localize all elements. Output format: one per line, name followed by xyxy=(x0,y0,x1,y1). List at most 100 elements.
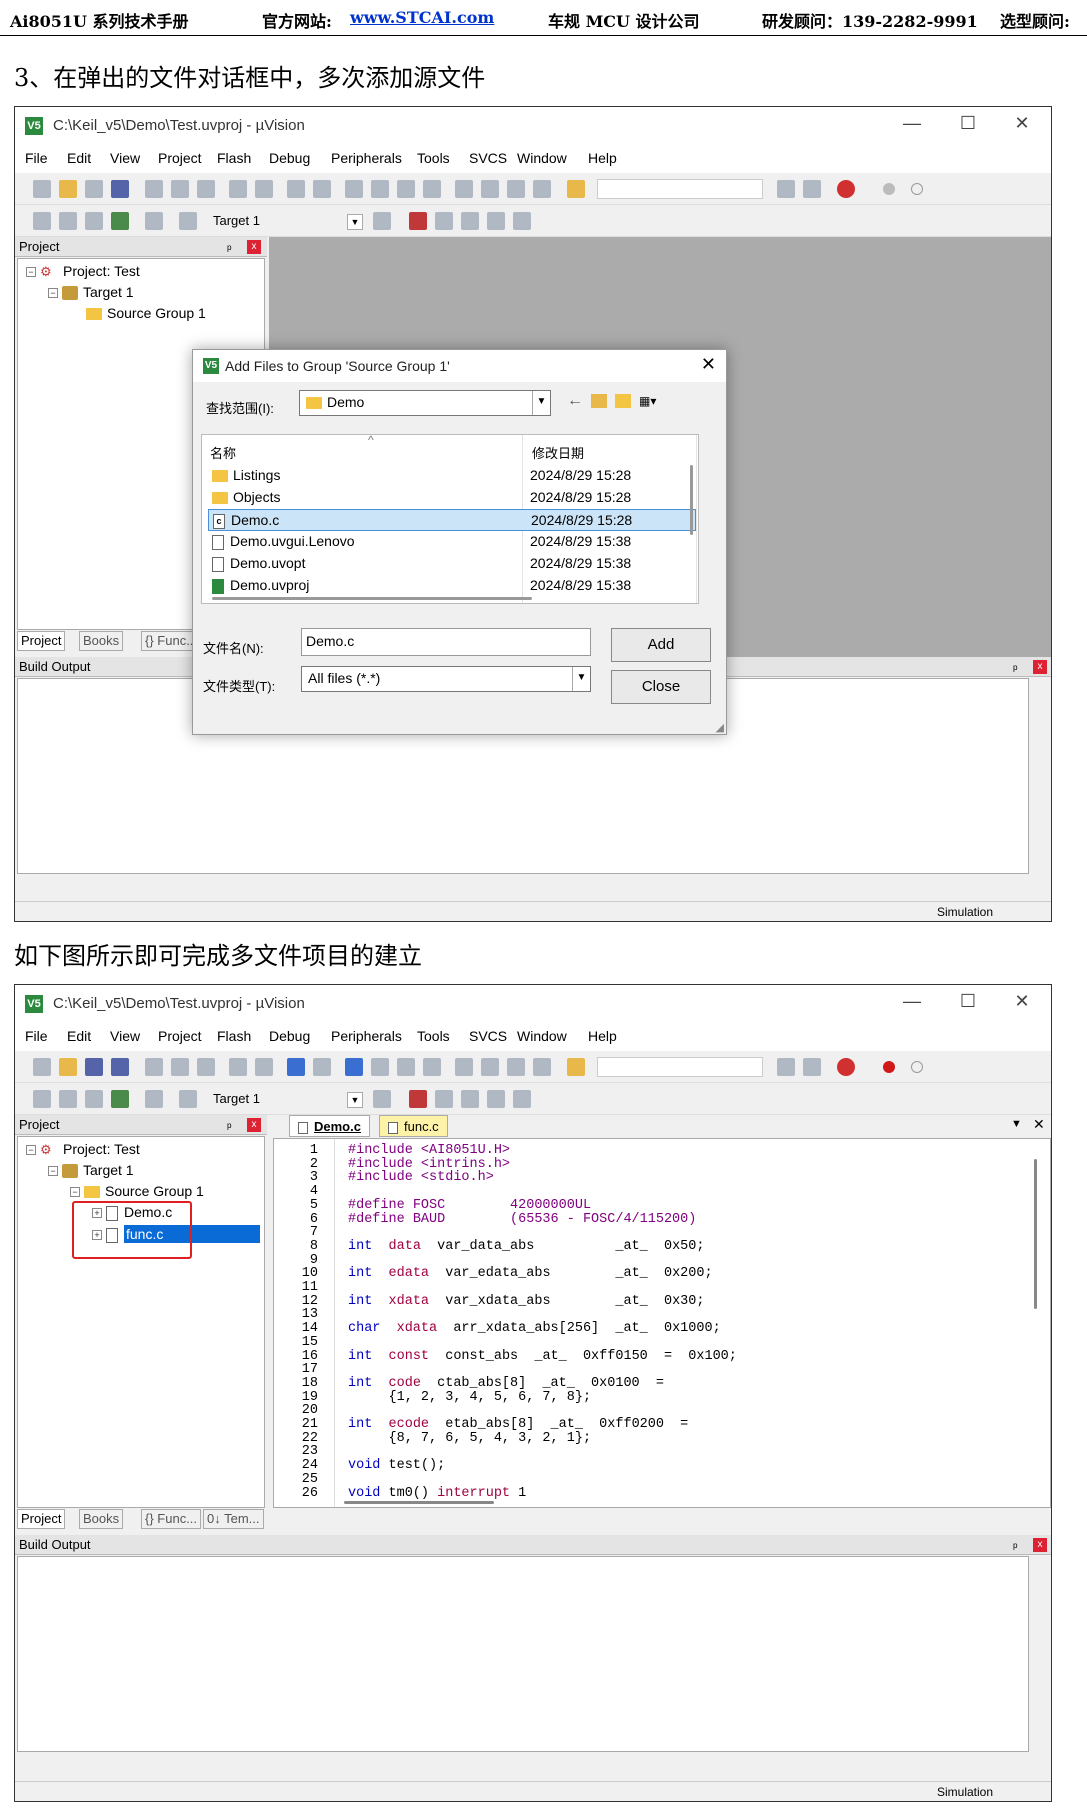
menu-flash[interactable]: Flash xyxy=(217,150,251,166)
stop-build-icon[interactable] xyxy=(145,212,163,230)
download-icon[interactable] xyxy=(179,1090,197,1108)
menu-svcs[interactable]: SVCS xyxy=(469,150,507,166)
configure-icon[interactable] xyxy=(803,180,821,198)
event-recorder-icon[interactable] xyxy=(513,212,531,230)
col-date-header[interactable]: 修改日期 xyxy=(532,443,584,462)
filename-input[interactable]: Demo.c xyxy=(301,628,591,656)
menu-view[interactable]: View xyxy=(110,150,140,166)
redo-icon[interactable] xyxy=(255,1058,273,1076)
list-item[interactable]: Objects 2024/8/29 15:28 xyxy=(208,487,696,509)
open-folder-icon[interactable] xyxy=(59,1058,77,1076)
clear-bookmarks-icon[interactable] xyxy=(423,1058,441,1076)
target-options-icon[interactable] xyxy=(373,212,391,230)
tab-func-c[interactable]: func.c xyxy=(379,1115,448,1137)
menu-edit[interactable]: Edit xyxy=(67,150,91,166)
menu-peripherals[interactable]: Peripherals xyxy=(331,1028,402,1044)
panel-close-icon[interactable]: x xyxy=(247,240,261,254)
bookmark-icon[interactable] xyxy=(345,1058,363,1076)
pack-installer-icon[interactable] xyxy=(487,1090,505,1108)
indent-icon[interactable] xyxy=(455,1058,473,1076)
chevron-down-icon[interactable]: ▼ xyxy=(532,391,550,415)
nav-back-icon[interactable] xyxy=(287,180,305,198)
tab-books[interactable]: Books xyxy=(79,631,124,651)
save-all-icon[interactable] xyxy=(111,1058,129,1076)
tree-project-node[interactable]: − ⚙ Project: Test xyxy=(26,1141,140,1157)
menu-help[interactable]: Help xyxy=(588,150,617,166)
batch-build-icon[interactable] xyxy=(111,212,129,230)
uncomment-icon[interactable] xyxy=(533,1058,551,1076)
rebuild-icon[interactable] xyxy=(85,1090,103,1108)
nav-forward-icon[interactable] xyxy=(313,1058,331,1076)
new-file-icon[interactable] xyxy=(33,1058,51,1076)
pin-icon[interactable]: ᵖ xyxy=(1013,1537,1018,1557)
event-recorder-icon[interactable] xyxy=(513,1090,531,1108)
comment-icon[interactable] xyxy=(507,1058,525,1076)
tab-list-chevron-icon[interactable]: ▼ xyxy=(1011,1118,1022,1130)
save-all-icon[interactable] xyxy=(111,180,129,198)
menu-svcs[interactable]: SVCS xyxy=(469,1028,507,1044)
maximize-button[interactable]: ☐ xyxy=(953,991,983,1012)
code-editor[interactable]: 1 #include <AI8051U.H> 2 #include <intrins.… xyxy=(273,1138,1051,1508)
back-arrow-icon[interactable]: ← xyxy=(567,392,583,410)
clear-bookmarks-icon[interactable] xyxy=(423,180,441,198)
rebuild-icon[interactable] xyxy=(85,212,103,230)
bookmark-icon[interactable] xyxy=(345,180,363,198)
tab-functions[interactable]: {} Func... xyxy=(141,1509,202,1529)
comment-icon[interactable] xyxy=(507,180,525,198)
list-item[interactable]: Demo.uvopt 2024/8/29 15:38 xyxy=(208,553,696,575)
find-icon[interactable] xyxy=(777,180,795,198)
translate-icon[interactable] xyxy=(33,1090,51,1108)
pin-icon[interactable]: ᵖ xyxy=(1013,659,1018,679)
lookin-select[interactable]: Demo ▼ xyxy=(299,390,551,416)
manage-components-icon[interactable] xyxy=(435,1090,453,1108)
dialog-close-icon[interactable]: ✕ xyxy=(701,354,716,375)
download-icon[interactable] xyxy=(179,212,197,230)
menu-tools[interactable]: Tools xyxy=(417,150,450,166)
panel-close-icon[interactable]: x xyxy=(1033,1538,1047,1552)
select-packs-icon[interactable] xyxy=(461,212,479,230)
debug-session-icon[interactable] xyxy=(837,180,855,198)
collapse-icon[interactable]: − xyxy=(48,288,58,299)
maximize-button[interactable]: ☐ xyxy=(953,113,983,134)
pin-icon[interactable]: ᵖ xyxy=(227,239,232,259)
manage-components-icon[interactable] xyxy=(435,212,453,230)
pin-icon[interactable]: ᵖ xyxy=(227,1117,232,1137)
up-folder-icon[interactable] xyxy=(591,394,607,408)
menu-tools[interactable]: Tools xyxy=(417,1028,450,1044)
tree-group-node[interactable]: − Source Group 1 xyxy=(70,1183,204,1199)
editor-horizontal-scrollbar[interactable] xyxy=(344,1501,494,1504)
disable-breakpoint-icon[interactable] xyxy=(911,183,923,195)
paste-icon[interactable] xyxy=(197,1058,215,1076)
disable-breakpoint-icon[interactable] xyxy=(911,1061,923,1073)
copy-icon[interactable] xyxy=(171,1058,189,1076)
configure-icon[interactable] xyxy=(803,1058,821,1076)
header-site-link[interactable]: www.STCAI.com xyxy=(350,8,494,27)
next-bookmark-icon[interactable] xyxy=(397,1058,415,1076)
minimize-button[interactable]: — xyxy=(897,113,927,134)
batch-build-icon[interactable] xyxy=(111,1090,129,1108)
collapse-icon[interactable]: − xyxy=(26,267,36,278)
menu-flash[interactable]: Flash xyxy=(217,1028,251,1044)
unindent-icon[interactable] xyxy=(481,1058,499,1076)
horizontal-scrollbar[interactable] xyxy=(212,597,532,600)
add-button[interactable]: Add xyxy=(611,628,711,662)
menu-debug[interactable]: Debug xyxy=(269,150,310,166)
cut-icon[interactable] xyxy=(145,1058,163,1076)
file-extensions-icon[interactable] xyxy=(409,1090,427,1108)
close-tab-icon[interactable]: ✕ xyxy=(1033,1116,1045,1133)
minimize-button[interactable]: — xyxy=(897,991,927,1012)
select-packs-icon[interactable] xyxy=(461,1090,479,1108)
stop-build-icon[interactable] xyxy=(145,1090,163,1108)
tab-project[interactable]: Project xyxy=(17,631,66,651)
cut-icon[interactable] xyxy=(145,180,163,198)
panel-close-icon[interactable]: x xyxy=(1033,660,1047,674)
find-combo[interactable] xyxy=(597,179,763,199)
uncomment-icon[interactable] xyxy=(533,180,551,198)
unindent-icon[interactable] xyxy=(481,180,499,198)
breakpoint-icon[interactable] xyxy=(883,183,895,195)
menu-debug[interactable]: Debug xyxy=(269,1028,310,1044)
tree-group-node[interactable]: Source Group 1 xyxy=(86,305,206,321)
target-select[interactable]: Target 1 xyxy=(213,1091,260,1106)
tab-templates[interactable]: 0↓ Tem... xyxy=(203,1509,264,1529)
menu-view[interactable]: View xyxy=(110,1028,140,1044)
